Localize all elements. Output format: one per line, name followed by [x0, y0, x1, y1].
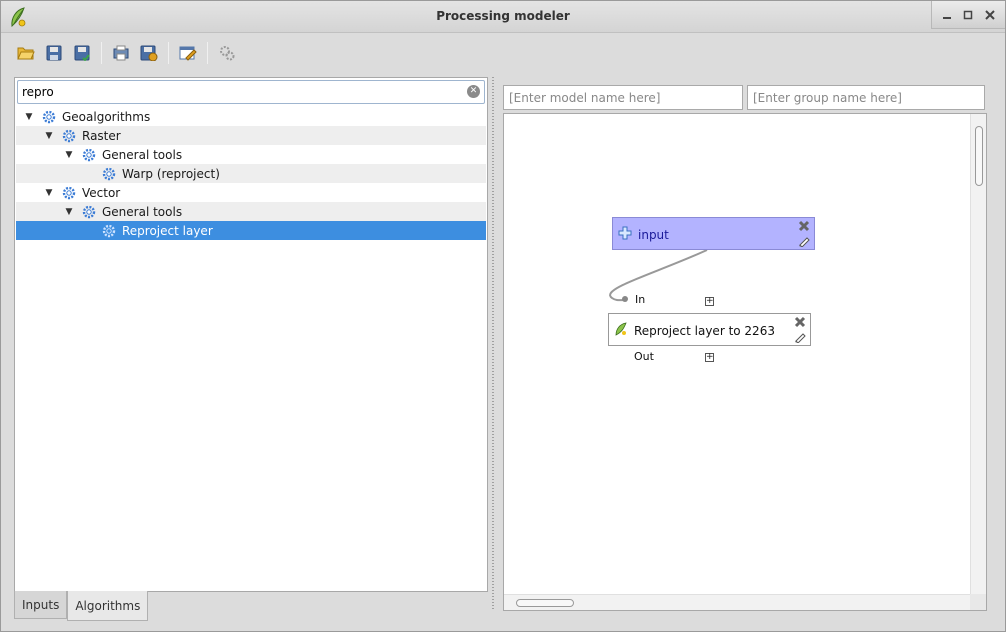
tree-item-label: Raster: [82, 128, 121, 143]
algorithm-tree: ▼ Geoalgorithms ▼ Raster ▼ General tools…: [16, 107, 486, 240]
close-icon[interactable]: [982, 7, 998, 23]
gear-icon: [82, 148, 96, 161]
export-image-icon: [113, 45, 129, 61]
model-name-input[interactable]: [504, 86, 742, 109]
toolbar: [1, 37, 1005, 69]
group-name-field: [747, 85, 985, 110]
open-model-button[interactable]: [14, 41, 38, 65]
expand-arrow-icon[interactable]: ▼: [64, 207, 74, 217]
panel-tabs: Inputs Algorithms: [14, 591, 149, 621]
input-node-label: input: [638, 228, 669, 242]
tree-item-label: Geoalgorithms: [62, 109, 151, 124]
edit-node-icon[interactable]: [798, 235, 810, 247]
maximize-icon[interactable]: [960, 7, 976, 23]
expand-arrow-icon[interactable]: ▼: [44, 131, 54, 141]
export-image-button[interactable]: [109, 41, 133, 65]
add-input-icon: [618, 226, 632, 240]
toolbar-separator: [168, 42, 169, 64]
panel-splitter[interactable]: [490, 77, 496, 611]
qgis-algorithm-icon: [615, 322, 627, 336]
tree-item-reproject-layer[interactable]: Reproject layer: [16, 221, 486, 240]
tree-item-raster-general-tools[interactable]: ▼ General tools: [16, 145, 486, 164]
delete-node-icon[interactable]: [798, 220, 810, 232]
tree-item-vector[interactable]: ▼ Vector: [16, 183, 486, 202]
algorithms-panel: ✕ ▼ Geoalgorithms ▼ Raster ▼ General too…: [14, 77, 488, 592]
tree-item-vector-general-tools[interactable]: ▼ General tools: [16, 202, 486, 221]
tree-item-raster[interactable]: ▼ Raster: [16, 126, 486, 145]
processing-modeler-window: Processing modeler repro ✕ ▼ Geoalgorith…: [0, 0, 1006, 632]
edit-node-icon[interactable]: [794, 331, 806, 343]
expand-arrow-icon[interactable]: ▼: [44, 188, 54, 198]
group-name-input[interactable]: [748, 86, 984, 109]
gear-icon: [62, 129, 76, 142]
export-python-icon: [140, 45, 158, 61]
tab-algorithms[interactable]: Algorithms: [67, 591, 149, 621]
toolbar-separator: [207, 42, 208, 64]
folder-open-icon: [17, 47, 35, 60]
scroll-thumb[interactable]: [975, 126, 983, 186]
algorithm-search: ✕: [17, 80, 485, 104]
title-bar: Processing modeler: [1, 1, 1005, 33]
toolbar-separator: [101, 42, 102, 64]
clear-search-icon[interactable]: ✕: [467, 85, 480, 98]
search-input[interactable]: [18, 81, 458, 103]
tab-inputs[interactable]: Inputs: [14, 591, 68, 619]
floppy-icon: [46, 45, 62, 61]
expand-inputs-icon[interactable]: +: [705, 297, 714, 306]
tree-item-label: Reproject layer: [122, 223, 213, 238]
edit-help-icon: [179, 46, 197, 61]
tree-item-label: General tools: [102, 204, 183, 219]
export-python-button[interactable]: [137, 41, 161, 65]
horizontal-scrollbar[interactable]: [504, 594, 972, 610]
expand-arrow-icon[interactable]: ▼: [24, 112, 34, 122]
gear-icon: [82, 205, 96, 218]
scroll-corner: [970, 594, 986, 610]
gear-icon: [102, 224, 116, 237]
tree-item-warp-reproject[interactable]: Warp (reproject): [16, 164, 486, 183]
out-port-label: Out: [634, 350, 654, 363]
floppy-save-as-icon: [74, 45, 90, 61]
gear-icon: [42, 110, 56, 123]
input-node[interactable]: input: [612, 217, 815, 250]
expand-outputs-icon[interactable]: +: [705, 353, 714, 362]
scroll-thumb[interactable]: [516, 599, 574, 607]
run-model-button[interactable]: [215, 41, 239, 65]
gear-icon: [62, 186, 76, 199]
model-canvas[interactable]: input In + Reproject layer to 2263 Out +: [503, 113, 987, 611]
gear-icon: [102, 167, 116, 180]
model-name-field: [503, 85, 743, 110]
window-title: Processing modeler: [436, 9, 570, 23]
algorithm-node[interactable]: Reproject layer to 2263: [608, 313, 811, 346]
algorithm-node-label: Reproject layer to 2263: [634, 324, 775, 338]
window-controls: [931, 1, 1005, 29]
save-model-button[interactable]: [42, 41, 66, 65]
expand-arrow-icon[interactable]: ▼: [64, 150, 74, 160]
minimize-icon[interactable]: [939, 7, 955, 23]
tree-item-geoalgorithms[interactable]: ▼ Geoalgorithms: [16, 107, 486, 126]
tree-item-label: General tools: [102, 147, 183, 162]
delete-node-icon[interactable]: [794, 316, 806, 328]
run-gears-icon: [220, 46, 235, 61]
vertical-scrollbar[interactable]: [970, 114, 986, 596]
connection-link: [609, 249, 708, 302]
tree-item-label: Warp (reproject): [122, 166, 220, 181]
in-port-label: In: [635, 293, 646, 306]
tree-item-label: Vector: [82, 185, 121, 200]
edit-help-button[interactable]: [176, 41, 200, 65]
save-as-button[interactable]: [70, 41, 94, 65]
